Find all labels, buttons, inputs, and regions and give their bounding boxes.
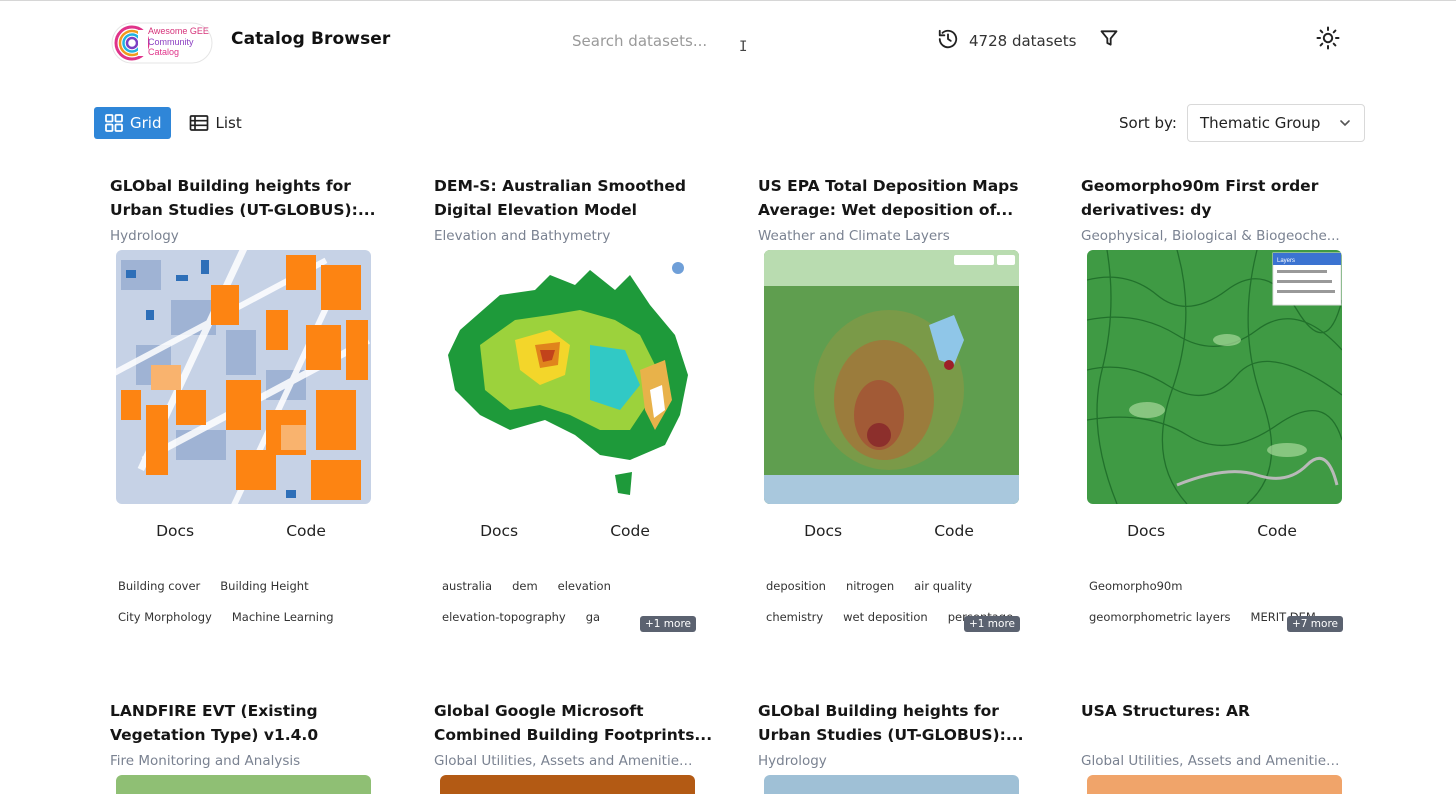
logo-text-2: Community — [148, 37, 194, 47]
card-group: Elevation and Bathymetry — [434, 228, 611, 244]
list-view-button[interactable]: List — [179, 107, 251, 139]
card-group: Geophysical, Biological & Biogeoche... — [1081, 228, 1340, 244]
tag[interactable]: City Morphology — [110, 608, 220, 626]
card-group: Global Utilities, Assets and Amenities .… — [434, 753, 696, 769]
card-actions: Docs Code — [434, 520, 696, 542]
card-group: Hydrology — [758, 753, 827, 769]
app-header: Awesome GEE Community Catalog Catalog Br… — [0, 0, 1456, 80]
card-thumbnail[interactable] — [116, 775, 371, 794]
filter-icon[interactable] — [1099, 28, 1119, 48]
code-link[interactable]: Code — [272, 520, 340, 542]
app-title: Catalog Browser — [231, 29, 391, 49]
tag[interactable]: Geomorpho90m — [1081, 577, 1190, 595]
list-icon — [190, 115, 209, 131]
dataset-card[interactable]: USA Structures: AR Global Utilities, Ass… — [1081, 699, 1371, 794]
docs-link[interactable]: Docs — [790, 520, 856, 542]
card-title[interactable]: DEM-S: Australian Smoothed Digital Eleva… — [434, 174, 724, 222]
card-title[interactable]: GLObal Building heights for Urban Studie… — [758, 699, 1048, 747]
card-title[interactable]: GLObal Building heights for Urban Studie… — [110, 174, 400, 222]
search-input[interactable] — [560, 27, 760, 55]
card-thumbnail[interactable] — [440, 775, 695, 794]
tag[interactable]: ga — [578, 608, 608, 626]
tag[interactable]: Machine Learning — [224, 608, 342, 626]
logo-text-1: Awesome GEE — [148, 26, 209, 36]
grid-icon — [105, 114, 123, 132]
card-actions: Docs Code — [758, 520, 1020, 542]
dataset-card[interactable]: Global Google Microsoft Combined Buildin… — [434, 699, 724, 794]
card-title[interactable]: USA Structures: AR — [1081, 699, 1371, 747]
card-thumbnail[interactable] — [440, 250, 695, 504]
dataset-card[interactable]: GLObal Building heights for Urban Studie… — [758, 699, 1048, 794]
tag[interactable]: Building Height — [212, 577, 316, 595]
card-title[interactable]: Global Google Microsoft Combined Buildin… — [434, 699, 724, 747]
tag[interactable]: air quality — [906, 577, 980, 595]
chevron-down-icon — [1340, 120, 1350, 127]
text-cursor-icon: I — [739, 39, 748, 55]
tag-list: Geomorpho90m geomorphometric layers MERI… — [1081, 570, 1343, 632]
tag[interactable]: Building cover — [110, 577, 208, 595]
logo-icon[interactable]: Awesome GEE Community Catalog — [110, 20, 222, 66]
tag-list: Building cover Building Height City Morp… — [110, 570, 372, 632]
card-group: Fire Monitoring and Analysis — [110, 753, 301, 769]
sun-icon[interactable] — [1316, 26, 1340, 50]
card-thumbnail[interactable] — [1087, 775, 1342, 794]
tag[interactable]: nitrogen — [838, 577, 902, 595]
card-title[interactable]: Geomorpho90m First order derivatives: dy — [1081, 174, 1371, 222]
dataset-card[interactable]: GLObal Building heights for Urban Studie… — [110, 174, 400, 624]
docs-link[interactable]: Docs — [1113, 520, 1179, 542]
tag[interactable]: australia — [434, 577, 500, 595]
tag[interactable]: elevation — [550, 577, 619, 595]
history-icon[interactable] — [937, 28, 959, 50]
docs-link[interactable]: Docs — [466, 520, 532, 542]
card-actions: Docs Code — [110, 520, 372, 542]
docs-link[interactable]: Docs — [142, 520, 208, 542]
dataset-card[interactable]: DEM-S: Australian Smoothed Digital Eleva… — [434, 174, 724, 632]
card-group: Hydrology — [110, 228, 179, 244]
sort-value: Thematic Group — [1200, 114, 1321, 132]
more-tags-badge[interactable]: +1 more — [963, 616, 1020, 632]
layers-panel-title: Layers — [1277, 258, 1295, 264]
tag[interactable]: geomorphometric layers — [1081, 608, 1239, 626]
card-title[interactable]: LANDFIRE EVT (Existing Vegetation Type) … — [110, 699, 400, 747]
card-thumbnail[interactable] — [764, 250, 1019, 504]
more-tags-badge[interactable]: +7 more — [1286, 616, 1343, 632]
logo-text-3: Catalog — [148, 47, 179, 57]
tag-list: australia dem elevation elevation-topogr… — [434, 570, 696, 632]
sort-select[interactable]: Thematic Group — [1187, 104, 1365, 142]
code-link[interactable]: Code — [596, 520, 664, 542]
card-thumbnail[interactable] — [764, 775, 1019, 794]
tag[interactable]: elevation-topography — [434, 608, 574, 626]
card-thumbnail[interactable]: Layers — [1087, 250, 1342, 504]
card-actions: Docs Code — [1081, 520, 1343, 542]
list-view-label: List — [215, 114, 242, 132]
grid-view-button[interactable]: Grid — [94, 107, 172, 139]
tag[interactable]: chemistry — [758, 608, 831, 626]
tag[interactable]: wet deposition — [835, 608, 936, 626]
tag[interactable]: dem — [504, 577, 546, 595]
view-toggle: Grid List — [94, 107, 252, 139]
card-title[interactable]: US EPA Total Deposition Maps Average: We… — [758, 174, 1048, 222]
code-link[interactable]: Code — [920, 520, 988, 542]
more-tags-badge[interactable]: +1 more — [639, 616, 696, 632]
card-group: Weather and Climate Layers — [758, 228, 950, 244]
grid-view-label: Grid — [130, 114, 162, 132]
tag-list: deposition nitrogen air quality chemistr… — [758, 570, 1020, 632]
card-group: Global Utilities, Assets and Amenities .… — [1081, 753, 1343, 769]
dataset-card[interactable]: LANDFIRE EVT (Existing Vegetation Type) … — [110, 699, 400, 794]
tag[interactable]: deposition — [758, 577, 834, 595]
dataset-count: 4728 datasets — [969, 32, 1077, 50]
sort-label: Sort by: — [1119, 114, 1177, 132]
dataset-card[interactable]: US EPA Total Deposition Maps Average: We… — [758, 174, 1048, 632]
card-thumbnail[interactable] — [116, 250, 371, 504]
dataset-card[interactable]: Geomorpho90m First order derivatives: dy… — [1081, 174, 1371, 632]
code-link[interactable]: Code — [1243, 520, 1311, 542]
